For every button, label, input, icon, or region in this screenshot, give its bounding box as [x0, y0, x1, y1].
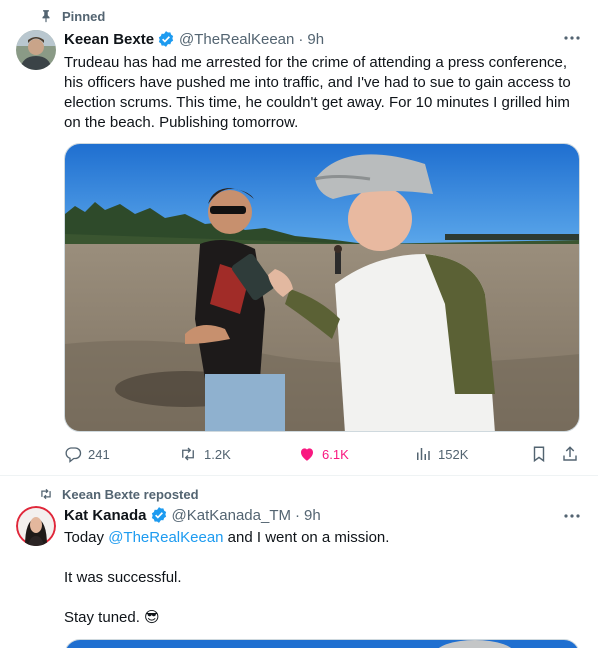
author-name[interactable]: Keean Bexte	[64, 31, 154, 48]
author-handle[interactable]: @TheRealKeean	[179, 31, 294, 48]
tweet-header: Kat Kanada @KatKanada_TM · 9h	[64, 506, 321, 524]
pinned-tweet[interactable]: Pinned Keean Bexte @TheRealKeean · 9h Tr…	[0, 0, 598, 476]
timestamp[interactable]: 9h	[307, 31, 324, 48]
reposted-tweet[interactable]: Keean Bexte reposted Kat Kanada @KatKana…	[0, 476, 598, 648]
like-count: 6.1K	[322, 446, 349, 462]
tweet-text: Today @TheRealKeean and I went on a miss…	[64, 528, 584, 628]
avatar[interactable]	[16, 30, 56, 70]
repost-count: 1.2K	[204, 446, 231, 462]
repost-indicator: Keean Bexte reposted	[38, 486, 199, 502]
reply-button[interactable]: 241	[64, 442, 110, 466]
text-segment: Today	[64, 529, 109, 546]
tweet-photo[interactable]	[64, 143, 580, 432]
more-icon	[564, 36, 580, 40]
reply-icon	[65, 447, 82, 463]
repost-button[interactable]: 1.2K	[178, 442, 231, 466]
more-icon	[564, 514, 580, 518]
repost-icon	[182, 447, 194, 461]
tweet-actions: 241 1.2K 6.1K 152K	[64, 442, 584, 466]
like-icon	[301, 448, 313, 461]
author-handle[interactable]: @KatKanada_TM	[172, 507, 291, 524]
views-count: 152K	[438, 446, 469, 462]
separator-dot: ·	[295, 506, 300, 524]
more-options-button[interactable]	[562, 28, 582, 48]
pinned-indicator: Pinned	[38, 8, 105, 24]
avatar[interactable]	[16, 506, 56, 546]
repost-icon	[38, 486, 54, 502]
tweet-line-1: Today @TheRealKeean and I went on a miss…	[64, 528, 584, 548]
tweet-body: Trudeau has had me arrested for the crim…	[64, 54, 571, 131]
tweet-photo[interactable]	[64, 639, 580, 648]
verified-icon[interactable]	[150, 506, 168, 524]
bookmark-icon	[533, 446, 545, 463]
more-options-button[interactable]	[562, 506, 582, 526]
repost-label[interactable]: Keean Bexte reposted	[62, 487, 199, 502]
author-name[interactable]: Kat Kanada	[64, 507, 147, 524]
tweet-header: Keean Bexte @TheRealKeean · 9h	[64, 30, 324, 48]
separator-dot: ·	[298, 30, 304, 48]
views-button[interactable]: 152K	[414, 442, 468, 466]
reply-count: 241	[88, 446, 110, 462]
tweet-line-3: Stay tuned. 😎	[64, 609, 160, 626]
verified-icon[interactable]	[157, 30, 175, 48]
tweet-text: Trudeau has had me arrested for the crim…	[64, 53, 584, 133]
share-icon	[563, 446, 577, 461]
share-button[interactable]	[561, 442, 579, 466]
like-button[interactable]: 6.1K	[298, 442, 349, 466]
pinned-label: Pinned	[62, 8, 106, 24]
pin-icon	[38, 8, 54, 24]
bookmark-button[interactable]	[530, 442, 548, 466]
timestamp[interactable]: 9h	[304, 507, 321, 524]
mention-link[interactable]: @TheRealKeean	[108, 529, 223, 546]
text-segment: and I went on a mission.	[223, 529, 390, 546]
tweet-line-2: It was successful.	[64, 569, 182, 586]
views-icon	[417, 448, 430, 460]
